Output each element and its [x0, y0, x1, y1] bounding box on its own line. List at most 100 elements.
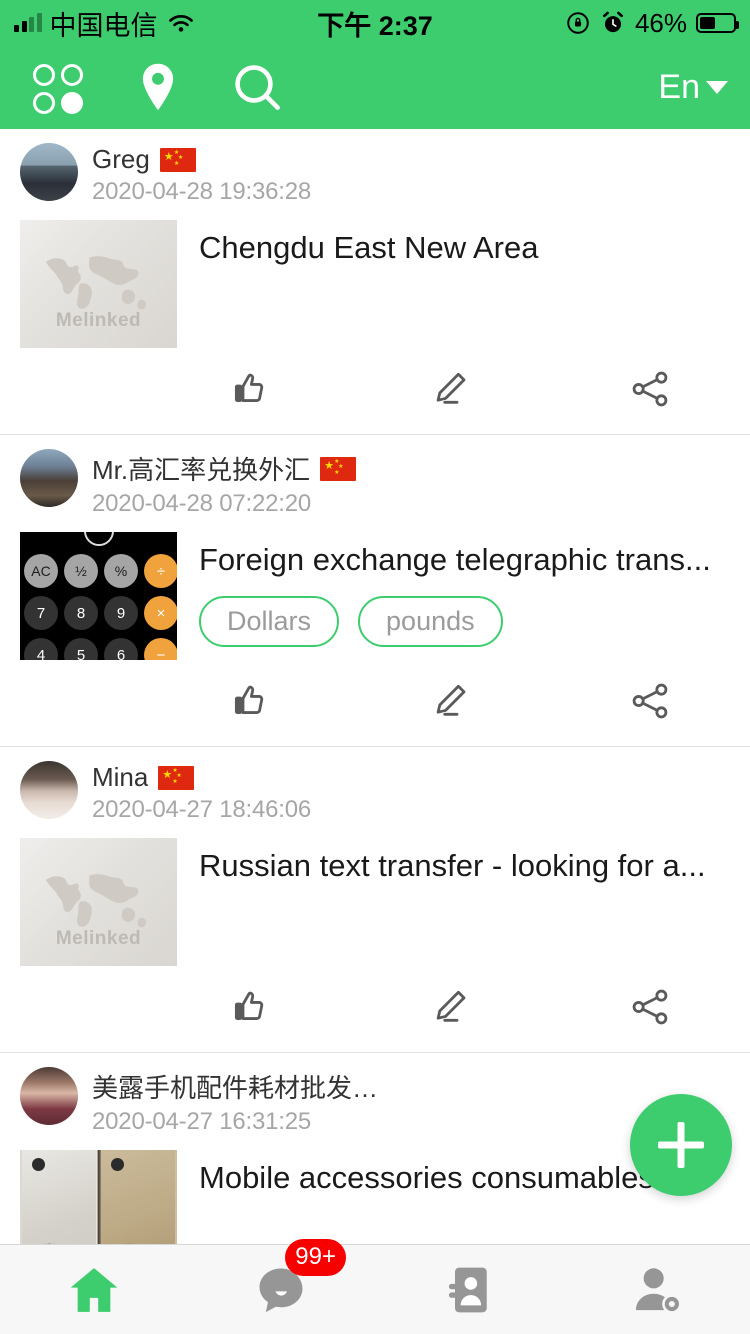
app-root: 中国电信 下午 2:37 46% En Greg ★ ★ ★ ★ 2020-04…	[0, 0, 750, 1334]
tab-contacts[interactable]	[375, 1245, 563, 1334]
post-thumbnail[interactable]: AC ½ % ÷ 7 8 9 × 4 5 6 −	[20, 532, 177, 660]
share-icon[interactable]	[550, 976, 750, 1038]
tag-chip[interactable]: Dollars	[199, 595, 340, 647]
top-navigation-bar: En	[0, 46, 750, 129]
post-title[interactable]: Chengdu East New Area	[199, 230, 732, 266]
avatar[interactable]	[20, 761, 78, 819]
contact-card-icon	[448, 1267, 487, 1312]
share-icon[interactable]	[550, 670, 750, 732]
tab-home[interactable]	[0, 1245, 188, 1334]
plus-icon	[658, 1122, 704, 1168]
post-header: Mr.高汇率兑换外汇 ★ ★ ★ ★ 2020-04-28 07:22:20	[0, 449, 750, 518]
post-meta: Mr.高汇率兑换外汇 ★ ★ ★ ★ 2020-04-28 07:22:20	[92, 449, 357, 518]
username-row: Mina ★ ★ ★ ★	[92, 762, 311, 793]
post-title[interactable]: Foreign exchange telegraphic trans...	[199, 542, 732, 578]
signal-bars-icon	[14, 13, 42, 32]
cn-flag-icon: ★ ★ ★ ★	[159, 147, 196, 172]
tab-messages[interactable]: 99+	[188, 1239, 376, 1334]
calc-key: −	[144, 638, 177, 660]
username-label: 美露手机配件耗材批发…	[92, 1073, 379, 1103]
chevron-down-icon	[706, 81, 728, 94]
status-bar-left: 中国电信	[14, 4, 196, 43]
bottom-tab-bar: 99+	[0, 1239, 750, 1334]
post-meta: Mina ★ ★ ★ ★ 2020-04-27 18:46:06	[92, 761, 311, 824]
add-post-fab[interactable]	[630, 1094, 732, 1196]
like-icon[interactable]	[150, 358, 350, 420]
search-icon[interactable]	[208, 62, 308, 114]
avatar[interactable]	[20, 143, 78, 201]
post-thumbnail[interactable]: iPhone iPhone	[20, 1150, 177, 1244]
location-pin-icon[interactable]	[108, 61, 208, 115]
calc-key: ½	[64, 554, 98, 588]
post-actions	[0, 348, 750, 434]
username-row: Mr.高汇率兑换外汇 ★ ★ ★ ★	[92, 450, 357, 487]
calc-key: AC	[24, 554, 58, 588]
edit-icon[interactable]	[350, 358, 550, 420]
user-settings-icon	[636, 1267, 682, 1314]
post-feed[interactable]: Greg ★ ★ ★ ★ 2020-04-28 19:36:28 Melinke…	[0, 129, 750, 1244]
timestamp-label: 2020-04-27 18:46:06	[92, 796, 312, 823]
username-row: Greg ★ ★ ★ ★	[92, 144, 311, 175]
post-thumbnail[interactable]: Melinked	[20, 838, 177, 966]
post-body: Melinked Chengdu East New Area	[0, 206, 750, 348]
post-item[interactable]: Mina ★ ★ ★ ★ 2020-04-27 18:46:06 Melinke…	[0, 747, 750, 1053]
cn-flag-icon: ★ ★ ★ ★	[158, 765, 195, 790]
username-label: Mr.高汇率兑换外汇	[92, 455, 311, 485]
post-actions	[0, 966, 750, 1052]
carrier-label: 中国电信	[49, 10, 158, 41]
timestamp-label: 2020-04-28 19:36:28	[92, 178, 312, 205]
timestamp-label: 2020-04-27 16:31:25	[92, 1108, 312, 1135]
phone-left-image: iPhone	[22, 1150, 96, 1244]
edit-icon[interactable]	[350, 670, 550, 732]
unread-badge: 99+	[285, 1239, 346, 1276]
phone-right-image: iPhone	[101, 1150, 175, 1244]
username-label: Mina	[92, 762, 149, 792]
calc-key: %	[104, 554, 138, 588]
post-content: Foreign exchange telegraphic trans... Do…	[199, 532, 732, 660]
post-header: Greg ★ ★ ★ ★ 2020-04-28 19:36:28	[0, 143, 750, 206]
avatar[interactable]	[20, 1067, 78, 1125]
edit-icon[interactable]	[350, 976, 550, 1038]
post-meta: Greg ★ ★ ★ ★ 2020-04-28 19:36:28	[92, 143, 311, 206]
calc-key: 9	[104, 596, 138, 630]
post-body: Melinked Russian text transfer - looking…	[0, 824, 750, 966]
watermark-label: Melinked	[55, 928, 142, 949]
post-item[interactable]: Mr.高汇率兑换外汇 ★ ★ ★ ★ 2020-04-28 07:22:20 AC ½…	[0, 435, 750, 747]
post-title[interactable]: Russian text transfer - looking for a...	[199, 848, 732, 884]
calc-key: 4	[24, 638, 58, 660]
calc-key: 8	[64, 596, 98, 630]
post-tags: Dollars pounds	[199, 595, 732, 647]
post-thumbnail[interactable]: Melinked	[20, 220, 177, 348]
username-label: Greg	[92, 144, 150, 174]
tab-profile[interactable]	[563, 1245, 750, 1334]
language-selector[interactable]: En	[658, 68, 728, 107]
post-header: Mina ★ ★ ★ ★ 2020-04-27 18:46:06	[0, 761, 750, 824]
post-meta: 美露手机配件耗材批发… 2020-04-27 16:31:25	[92, 1067, 378, 1136]
post-body: AC ½ % ÷ 7 8 9 × 4 5 6 − Foreign exchang…	[0, 518, 750, 660]
like-icon[interactable]	[150, 976, 350, 1038]
language-label: En	[658, 68, 700, 106]
status-bar-right: 46%	[565, 7, 739, 39]
calc-key: ×	[144, 596, 177, 630]
timestamp-label: 2020-04-28 07:22:20	[92, 490, 312, 517]
like-icon[interactable]	[150, 670, 350, 732]
calc-key: ÷	[144, 554, 177, 588]
battery-icon	[696, 13, 739, 33]
share-icon[interactable]	[550, 358, 750, 420]
username-row: 美露手机配件耗材批发…	[92, 1068, 378, 1105]
rotation-lock-icon	[567, 12, 589, 34]
alarm-clock-icon	[602, 11, 623, 33]
grid-circles-icon[interactable]	[8, 63, 108, 114]
calculator-keys: AC ½ % ÷ 7 8 9 × 4 5 6 −	[24, 554, 177, 660]
tag-chip[interactable]: pounds	[358, 595, 503, 647]
home-icon	[70, 1267, 118, 1312]
post-content: Chengdu East New Area	[199, 220, 732, 348]
post-item[interactable]: Greg ★ ★ ★ ★ 2020-04-28 19:36:28 Melinke…	[0, 129, 750, 435]
battery-percent-label: 46%	[634, 7, 687, 38]
post-actions	[0, 660, 750, 746]
phone-notch	[83, 532, 114, 546]
avatar[interactable]	[20, 449, 78, 507]
calc-key: 5	[64, 638, 98, 660]
post-content: Russian text transfer - looking for a...	[199, 838, 732, 966]
watermark-label: Melinked	[55, 310, 142, 331]
